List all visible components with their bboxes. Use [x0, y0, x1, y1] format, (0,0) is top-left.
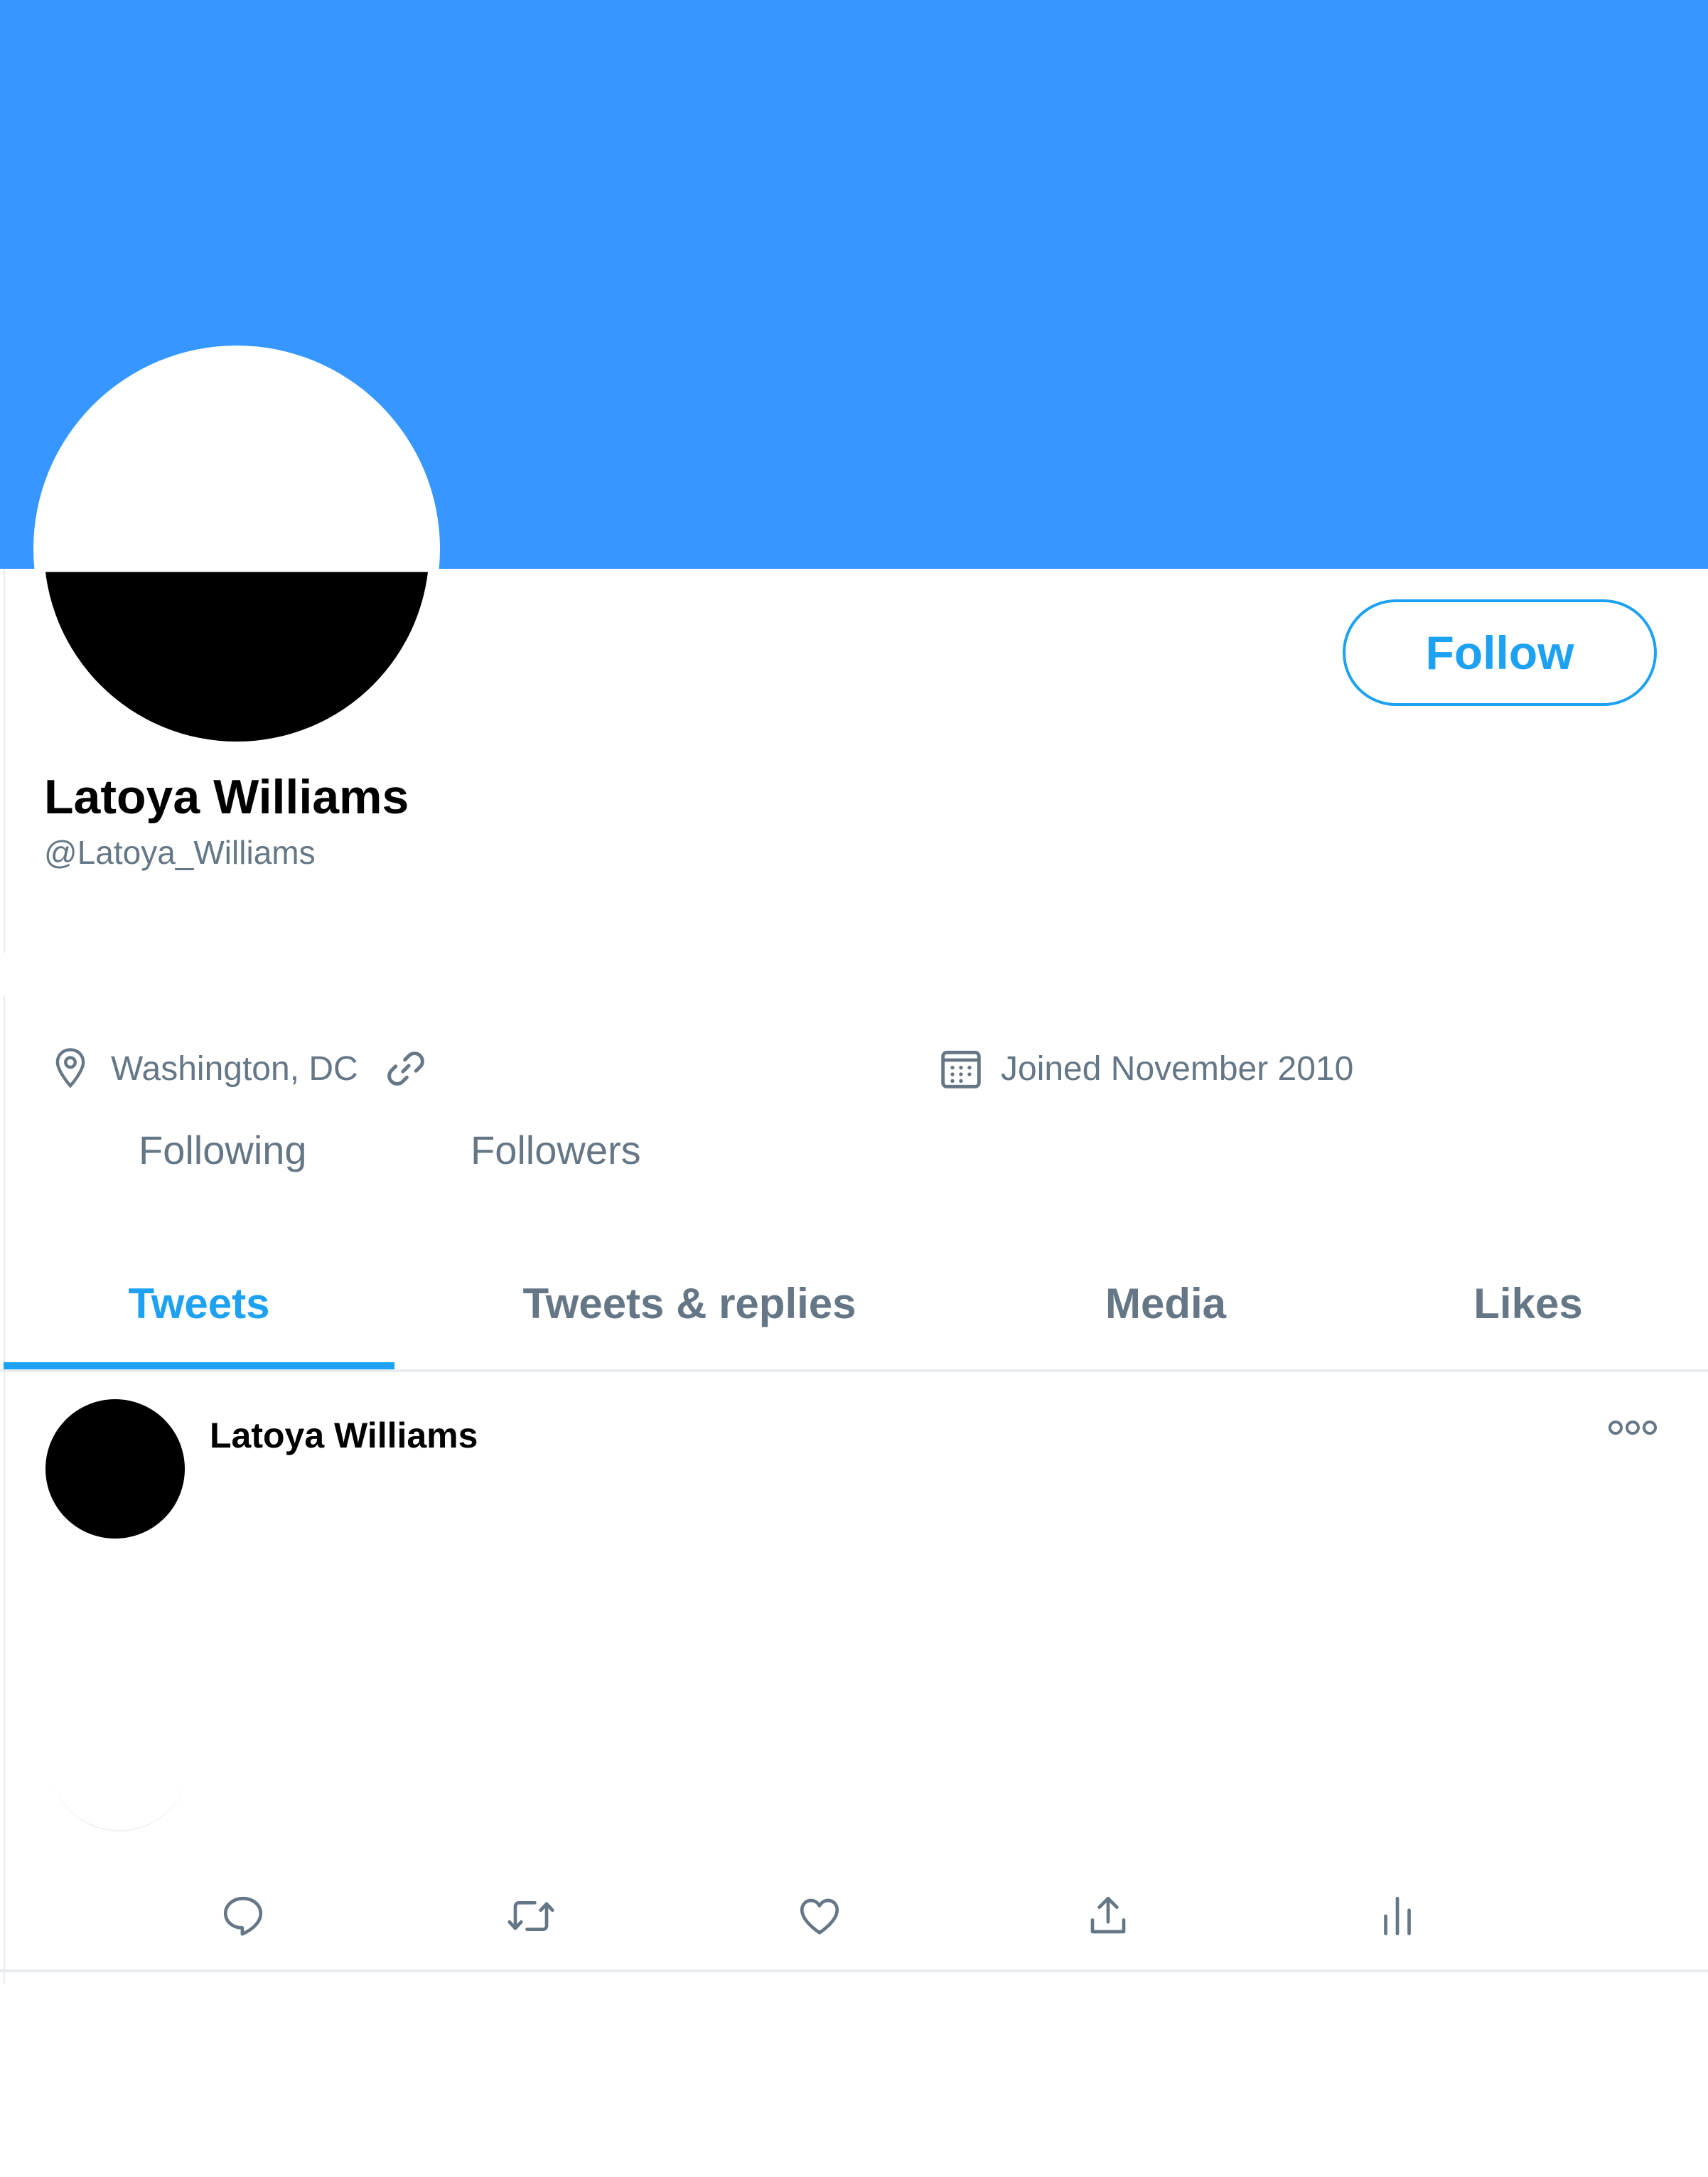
more-options-icon[interactable]	[1608, 1415, 1658, 1440]
profile-joined: Joined November 2010	[938, 1044, 1353, 1093]
active-tab-indicator	[4, 1362, 394, 1369]
tweet-author-name[interactable]: Latoya Williams	[210, 1415, 478, 1456]
profile-tabs: Tweets Tweets & replies Media Likes	[0, 1237, 1708, 1369]
profile-display-name: Latoya Williams	[44, 770, 409, 824]
calendar-icon	[938, 1045, 984, 1092]
tab-tweets[interactable]: Tweets	[0, 1237, 398, 1369]
share-icon[interactable]	[1080, 1888, 1137, 1945]
location-pin-icon	[50, 1046, 91, 1091]
left-border-lower	[4, 995, 5, 1984]
retweet-icon[interactable]	[503, 1888, 559, 1945]
profile-page: Follow Latoya Williams @Latoya_Williams …	[0, 0, 1708, 2177]
placeholder-image	[50, 1692, 189, 1831]
heart-icon[interactable]	[791, 1888, 848, 1945]
location-text: Washington, DC	[111, 1049, 358, 1088]
tabs-divider	[0, 1369, 1708, 1372]
tweet-divider	[0, 1969, 1708, 1972]
analytics-icon[interactable]	[1369, 1888, 1426, 1945]
profile-avatar[interactable]	[44, 356, 429, 742]
left-border	[4, 569, 5, 953]
following-link[interactable]: Following	[139, 1127, 307, 1173]
tab-likes[interactable]: Likes	[1350, 1237, 1706, 1369]
follow-button[interactable]: Follow	[1343, 599, 1657, 706]
link-icon[interactable]	[382, 1045, 429, 1092]
joined-text: Joined November 2010	[1001, 1049, 1354, 1088]
reply-icon[interactable]	[215, 1888, 272, 1945]
followers-link[interactable]: Followers	[471, 1127, 641, 1173]
profile-location: Washington, DC	[50, 1044, 429, 1093]
tab-media[interactable]: Media	[981, 1237, 1350, 1369]
profile-handle: @Latoya_Williams	[44, 834, 316, 871]
tweet-author-avatar[interactable]	[45, 1399, 185, 1539]
tab-tweets-and-replies[interactable]: Tweets & replies	[398, 1237, 981, 1369]
